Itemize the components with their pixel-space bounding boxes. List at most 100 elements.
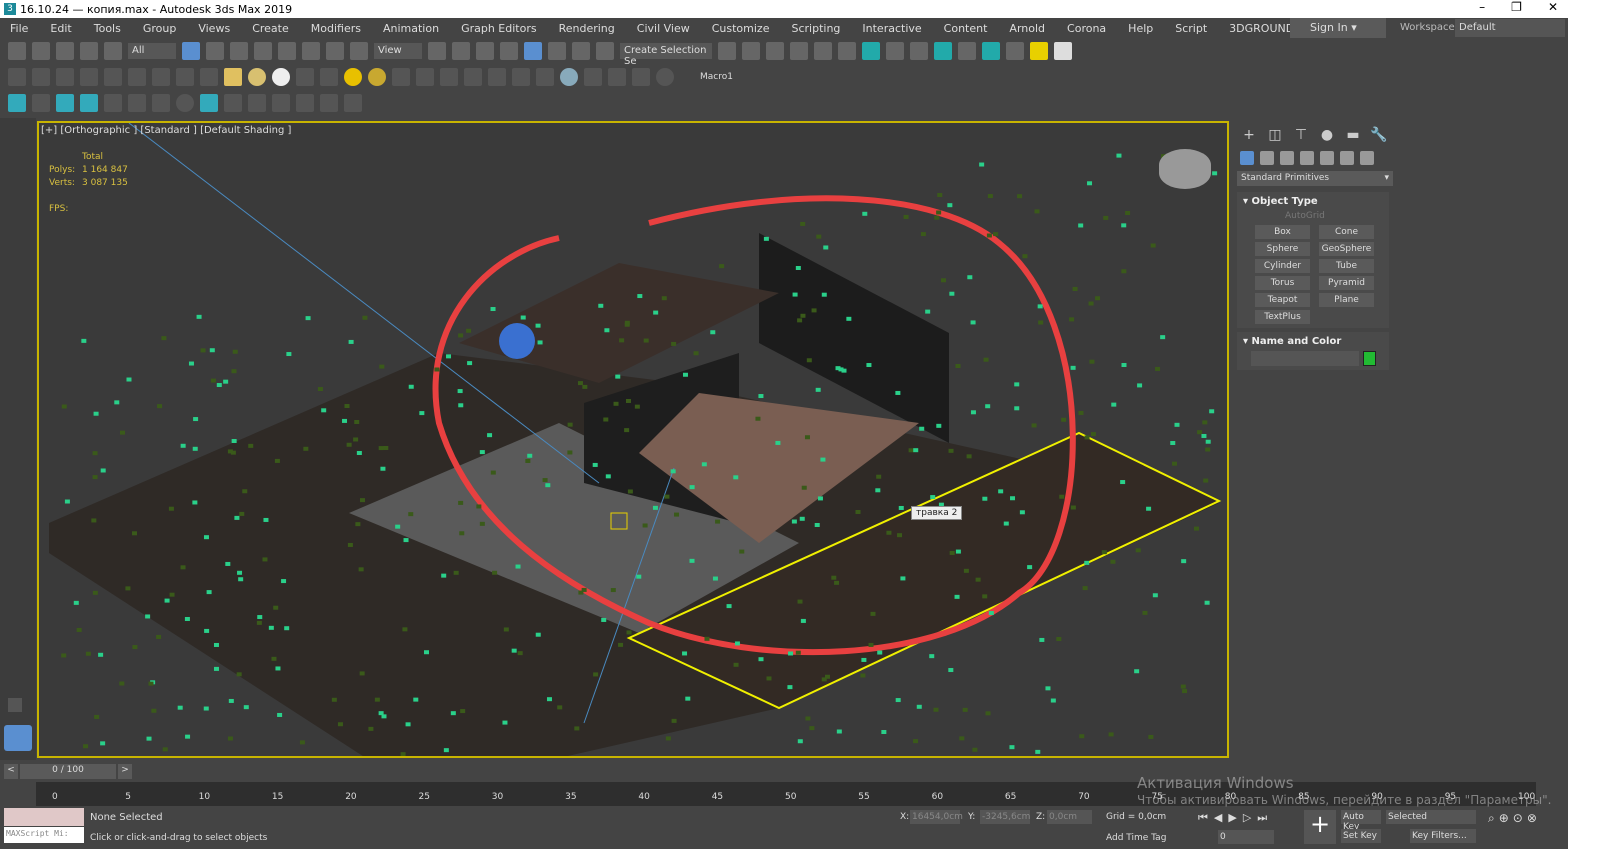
primitive-plane-button[interactable]: Plane [1319,293,1374,307]
menu-edit[interactable]: Edit [40,22,83,35]
sun-icon[interactable] [344,68,362,86]
menu-rendering[interactable]: Rendering [549,22,627,35]
layout-icon[interactable] [224,94,242,112]
selection-filter-dropdown[interactable]: All [128,43,176,59]
current-frame-field[interactable]: 0 [1218,830,1274,844]
macro-label[interactable]: Macro1 [700,72,733,82]
hierarchy-tab-icon[interactable]: ⊤ [1292,127,1310,145]
cameras-icon[interactable] [1300,151,1314,165]
ring-icon[interactable] [176,94,194,112]
menu-views[interactable]: Views [188,22,242,35]
list-icon[interactable] [80,68,98,86]
particles-icon[interactable] [272,94,290,112]
render-iterative-icon[interactable] [982,42,1000,60]
viewport-label[interactable]: [+] [Orthographic ] [Standard ] [Default… [41,125,291,136]
primitive-textplus-button[interactable]: TextPlus [1255,310,1310,324]
decal-icon[interactable] [464,68,482,86]
set-key-icon[interactable]: + [1304,810,1336,844]
primitive-tube-button[interactable]: Tube [1319,259,1374,273]
reference-coord-dropdown[interactable]: View [374,43,422,59]
table-icon[interactable] [104,68,122,86]
pipe-icon[interactable] [416,68,434,86]
scale-icon[interactable] [326,42,344,60]
viewcube-icon[interactable] [1159,149,1211,189]
maxscript-input[interactable]: MAXScript Mi: [4,827,84,843]
cone-icon[interactable] [320,68,338,86]
primitive-geosphere-button[interactable]: GeoSphere [1319,242,1374,256]
close-button[interactable]: ✕ [1548,0,1558,14]
converter-icon[interactable] [584,68,602,86]
hair-icon[interactable] [512,68,530,86]
placement-icon[interactable] [350,42,368,60]
document-icon[interactable] [632,68,650,86]
menu-script[interactable]: Script [1165,22,1219,35]
space-warps-icon[interactable] [1340,151,1354,165]
select-object-icon[interactable] [182,42,200,60]
object-type-header[interactable]: ▾ Object Type [1243,196,1383,207]
helpers-icon[interactable] [1320,151,1334,165]
unlink-icon[interactable] [80,42,98,60]
angle-snap-icon[interactable] [524,42,542,60]
schematic-view-icon[interactable] [886,42,904,60]
key-filters-button[interactable]: Key Filters... [1410,829,1476,843]
image-icon[interactable] [56,68,74,86]
menu-civil-view[interactable]: Civil View [627,22,702,35]
rendered-frame-icon[interactable] [934,42,952,60]
expand-icon[interactable] [8,698,22,712]
proxy-icon[interactable] [176,68,194,86]
render-icon[interactable] [608,68,626,86]
volume-icon[interactable] [440,68,458,86]
snap-icon[interactable] [476,42,494,60]
light-icon[interactable] [128,68,146,86]
bulb-icon[interactable] [8,94,26,112]
shapes-icon[interactable] [1260,151,1274,165]
systems-icon[interactable] [1360,151,1374,165]
motion-tab-icon[interactable]: ● [1318,127,1336,145]
screen-icon[interactable] [248,94,266,112]
curve-editor-icon[interactable] [838,42,856,60]
tree-icon[interactable] [80,94,98,112]
snaps-toggle-icon[interactable] [500,42,518,60]
menu-file[interactable]: File [0,22,40,35]
geometry-icon[interactable] [1240,151,1254,165]
modify-tab-icon[interactable]: ◫ [1266,127,1284,145]
warning-icon[interactable] [1030,42,1048,60]
name-color-header[interactable]: ▾ Name and Color [1243,336,1383,347]
window-crossing-icon[interactable] [254,42,272,60]
primitive-cone-button[interactable]: Cone [1319,225,1374,239]
link-icon[interactable] [56,42,74,60]
primitive-box-button[interactable]: Box [1255,225,1310,239]
x-coordinate-field[interactable]: 16454,0cm [910,810,963,824]
material-icon[interactable] [200,68,218,86]
plant-icon[interactable] [488,68,506,86]
menu-graph-editors[interactable]: Graph Editors [451,22,549,35]
menu-scripting[interactable]: Scripting [781,22,852,35]
primitive-torus-button[interactable]: Torus [1255,276,1310,290]
menu-animation[interactable]: Animation [373,22,451,35]
spinner-snap-icon[interactable] [572,42,590,60]
texture-icon[interactable] [536,68,554,86]
percent-snap-icon[interactable] [548,42,566,60]
menu-customize[interactable]: Customize [702,22,782,35]
point-icon[interactable] [32,94,50,112]
rect-light-icon[interactable] [224,68,242,86]
time-slider[interactable]: < 0 / 100 > [4,764,134,779]
add-time-tag[interactable]: Add Time Tag [1106,833,1166,843]
dope-sheet-icon[interactable] [862,42,880,60]
set-key-button[interactable]: Set Key [1341,829,1381,843]
minimize-button[interactable]: – [1479,0,1485,14]
render-setup-icon[interactable] [910,42,928,60]
eye-icon[interactable] [320,94,338,112]
flag-icon[interactable] [1054,42,1072,60]
lights-icon[interactable] [1280,151,1294,165]
key-mode-dropdown[interactable]: Selected [1386,810,1476,824]
scene-explorer-icon[interactable] [766,42,784,60]
restore-button[interactable]: ❐ [1511,0,1522,14]
ribbon-icon[interactable] [814,42,832,60]
rotate-icon[interactable] [302,42,320,60]
primitive-cylinder-button[interactable]: Cylinder [1255,259,1310,273]
keyboard-shortcut-icon[interactable] [452,42,470,60]
tools-icon[interactable] [152,68,170,86]
preview-icon[interactable] [200,94,218,112]
bottle-icon[interactable] [152,94,170,112]
